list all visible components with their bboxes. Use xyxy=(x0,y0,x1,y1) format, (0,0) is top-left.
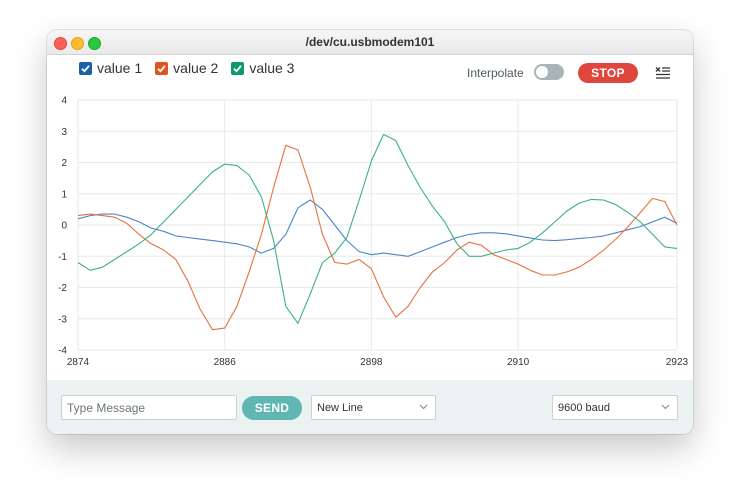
x-tick-label: 2874 xyxy=(67,357,90,368)
y-tick-label: -2 xyxy=(58,283,67,294)
line-ending-select[interactable]: New Line xyxy=(311,395,436,420)
interpolate-label: Interpolate xyxy=(467,66,524,80)
legend-label: value 2 xyxy=(173,60,219,76)
legend-item-value-1[interactable]: value 1 xyxy=(79,60,142,76)
x-tick-label: 2886 xyxy=(214,357,237,368)
line-chart: 4 3 2 1 0 -1 -2 -3 -42874 2886 2898 2910 2923 xyxy=(58,96,689,369)
interpolate-toggle[interactable] xyxy=(534,64,564,80)
message-input[interactable] xyxy=(61,395,237,420)
y-tick-label: -1 xyxy=(58,252,67,263)
send-button[interactable]: SEND xyxy=(242,396,302,420)
legend-label: value 1 xyxy=(97,60,143,76)
x-tick-label: 2910 xyxy=(507,357,530,368)
checkbox-icon[interactable] xyxy=(231,61,245,75)
series-line-value-1 xyxy=(77,199,678,257)
serial-plotter-window: /dev/cu.usbmodem101 value 1 value 2 valu… xyxy=(47,30,693,434)
legend: value 1 value 2 value 3 xyxy=(79,60,307,76)
legend-label: value 3 xyxy=(249,60,295,76)
window-title: /dev/cu.usbmodem101 xyxy=(305,35,435,49)
baud-rate-select[interactable]: 9600 baud xyxy=(552,395,678,420)
message-bar: SEND New Line 9600 baud xyxy=(47,380,693,434)
legend-item-value-2[interactable]: value 2 xyxy=(155,60,218,76)
checkbox-icon[interactable] xyxy=(79,61,92,75)
checkbox-icon[interactable] xyxy=(155,61,169,75)
y-tick-label: -4 xyxy=(58,346,67,357)
title-bar: /dev/cu.usbmodem101 xyxy=(47,30,693,55)
chevron-down-icon xyxy=(419,404,428,410)
line-ending-value: New Line xyxy=(317,401,363,414)
legend-item-value-3[interactable]: value 3 xyxy=(231,60,294,76)
y-tick-label: 4 xyxy=(61,96,67,107)
clear-list-icon[interactable] xyxy=(655,66,671,80)
x-tick-label: 2898 xyxy=(360,357,383,368)
y-tick-label: 1 xyxy=(61,189,67,200)
chevron-down-icon xyxy=(661,404,670,410)
y-tick-label: 3 xyxy=(61,127,67,138)
y-tick-label: -3 xyxy=(58,314,67,325)
stop-button[interactable]: STOP xyxy=(578,63,638,83)
y-tick-label: 0 xyxy=(61,221,67,232)
x-tick-label: 2923 xyxy=(666,357,689,368)
toggle-knob xyxy=(536,66,548,78)
baud-rate-value: 9600 baud xyxy=(558,401,610,414)
y-tick-label: 2 xyxy=(61,158,67,169)
